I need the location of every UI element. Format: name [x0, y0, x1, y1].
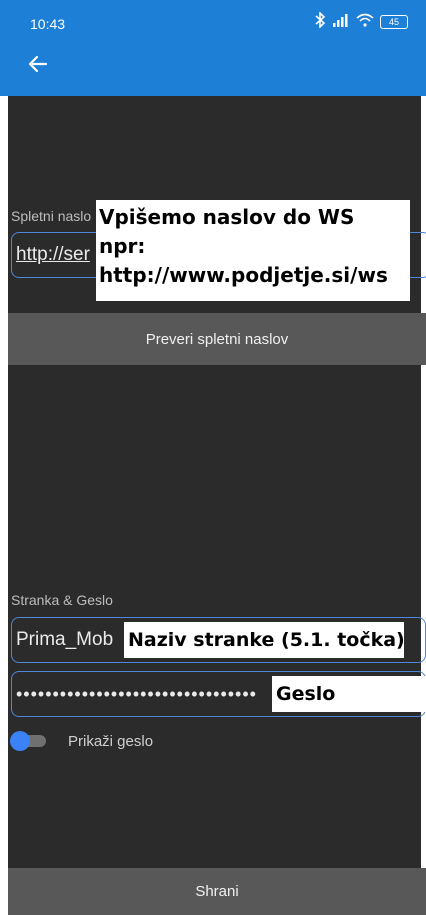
toggle-knob: [10, 731, 30, 751]
url-annotation-line: npr:: [99, 234, 146, 258]
web-address-label: Spletni naslo: [11, 208, 92, 224]
wifi-icon: [356, 13, 374, 30]
password-value: •••••••••••••••••••••••••••••••••: [16, 683, 257, 704]
app-bar: 10:43 45: [0, 0, 426, 96]
web-address-value: http://ser: [16, 244, 90, 265]
status-time: 10:43: [30, 16, 66, 32]
credentials-label: Stranka & Geslo: [11, 592, 113, 608]
signal-icon: [332, 13, 350, 30]
status-icons: 45: [314, 11, 408, 31]
password-annotation: Geslo: [272, 676, 426, 712]
arrow-left-icon: [28, 55, 48, 73]
battery-icon: 45: [380, 14, 408, 29]
frame-left: [0, 96, 8, 915]
client-value: Prima_Mob: [16, 629, 114, 650]
bluetooth-icon: [314, 11, 326, 31]
url-annotation-line: http://www.podjetje.si/ws: [99, 263, 388, 287]
client-annotation: Naziv stranke (5.1. točka): [124, 622, 405, 658]
url-annotation: Vpišemo naslov do WS npr: http://www.pod…: [96, 200, 410, 301]
frame-right: [421, 96, 426, 915]
show-password-toggle[interactable]: [10, 731, 46, 751]
check-address-button[interactable]: Preveri spletni naslov: [8, 313, 426, 365]
url-annotation-line: Vpišemo naslov do WS: [99, 205, 355, 229]
back-button[interactable]: [24, 50, 52, 78]
save-button[interactable]: Shrani: [8, 868, 426, 915]
show-password-label: Prikaži geslo: [68, 733, 154, 750]
